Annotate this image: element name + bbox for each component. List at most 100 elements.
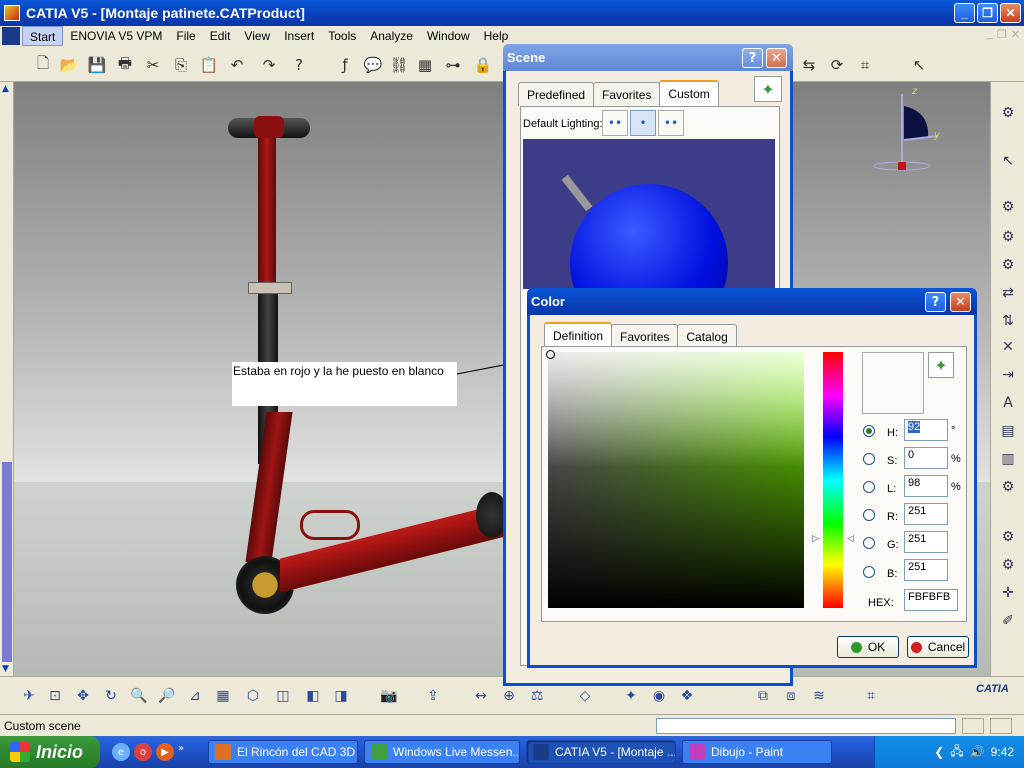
new-part-icon[interactable]: ⚙: [997, 254, 1019, 276]
network-icon[interactable]: 🖧: [950, 742, 963, 763]
save-icon[interactable]: 💾: [86, 54, 108, 76]
paste-icon[interactable]: 📋: [198, 54, 220, 76]
input-r[interactable]: 251: [904, 503, 948, 525]
scroll-up-icon[interactable]: ▲: [2, 84, 9, 94]
mdi-restore-icon[interactable]: ❐: [997, 28, 1007, 41]
assembly-gear-icon[interactable]: ⚙: [997, 196, 1019, 218]
menu-window[interactable]: Window: [420, 26, 477, 46]
scene-close-button[interactable]: ✕: [766, 48, 787, 68]
material-icon[interactable]: ◇: [574, 685, 596, 707]
viewport-scrollbar[interactable]: ▲ ▼: [0, 82, 14, 676]
compass-tool-icon[interactable]: ✛: [997, 582, 1019, 604]
volume-icon[interactable]: 🔊: [970, 745, 985, 759]
normal-view-icon[interactable]: ⊿: [184, 685, 206, 707]
media-player-icon[interactable]: ▶: [156, 743, 174, 761]
task-firefox[interactable]: El Rincón del CAD 3D ...: [208, 740, 358, 764]
distance-icon[interactable]: ≋: [808, 685, 830, 707]
scrollbar-thumb[interactable]: [2, 462, 12, 662]
select-arrow-icon[interactable]: ↖: [908, 54, 930, 76]
light-one-icon[interactable]: •: [630, 110, 656, 136]
whats-this-icon[interactable]: ?: [288, 54, 310, 76]
menu-analyze[interactable]: Analyze: [363, 26, 420, 46]
menu-help[interactable]: Help: [477, 26, 516, 46]
tray-arrow-icon[interactable]: ❮: [934, 745, 944, 759]
zoom-out-icon[interactable]: 🔎: [156, 685, 178, 707]
undo-icon[interactable]: ↶: [226, 54, 248, 76]
minimize-button[interactable]: _: [954, 3, 975, 23]
close-button[interactable]: ✕: [1000, 3, 1021, 23]
render-style-icon[interactable]: ◫: [272, 685, 294, 707]
bill-of-material-icon[interactable]: ▥: [997, 448, 1019, 470]
text-annotation[interactable]: Estaba en rojo y la he puesto en blanco: [232, 362, 457, 406]
link-icon[interactable]: ⛓: [388, 54, 410, 76]
menu-tools[interactable]: Tools: [321, 26, 363, 46]
clock[interactable]: 9:42: [991, 745, 1014, 759]
scene-icon[interactable]: ❖: [676, 685, 698, 707]
table-icon[interactable]: ▦: [414, 54, 436, 76]
add-favorite-star-icon[interactable]: ✦: [754, 76, 782, 102]
section-icon[interactable]: ⧈: [780, 685, 802, 707]
fit-all-icon[interactable]: ⊡: [44, 685, 66, 707]
command-input[interactable]: [656, 718, 956, 734]
multi-instantiate-icon[interactable]: ⚙: [997, 476, 1019, 498]
compass-icon[interactable]: z y: [872, 86, 942, 176]
input-l[interactable]: 98: [904, 475, 948, 497]
replace-icon[interactable]: ⇄: [997, 282, 1019, 304]
existing-component-icon[interactable]: ⚙: [997, 226, 1019, 248]
quicklaunch-more-icon[interactable]: »: [178, 743, 184, 761]
manipulate-icon[interactable]: ⚙: [997, 554, 1019, 576]
tab-custom[interactable]: Custom: [659, 80, 719, 106]
measure-between-icon[interactable]: ↔: [470, 685, 492, 707]
input-b[interactable]: 251: [904, 559, 948, 581]
lock-icon[interactable]: 🔒: [472, 54, 494, 76]
comment-icon[interactable]: 💬: [362, 54, 384, 76]
tab-favorites[interactable]: Favorites: [593, 82, 661, 106]
formula-icon[interactable]: ƒ: [334, 54, 356, 76]
light-handle[interactable]: [561, 174, 593, 212]
mdi-close-icon[interactable]: ✕: [1011, 28, 1020, 41]
cut-icon[interactable]: ✂: [142, 54, 164, 76]
measure-item-icon[interactable]: ⊕: [498, 685, 520, 707]
select-icon[interactable]: ↖: [997, 150, 1019, 172]
start-button[interactable]: Inicio: [0, 736, 100, 768]
status-icon-1[interactable]: [962, 718, 984, 734]
redo-icon[interactable]: ↷: [258, 54, 280, 76]
task-catia[interactable]: CATIA V5 - [Montaje ...: [526, 740, 676, 764]
ok-button[interactable]: OK: [837, 636, 899, 658]
iso-view-icon[interactable]: ⬡: [242, 685, 264, 707]
rotate-icon[interactable]: ↻: [100, 685, 122, 707]
update-all-icon[interactable]: ⇪: [422, 685, 444, 707]
menu-start[interactable]: Start: [22, 26, 64, 46]
input-s[interactable]: 0: [904, 447, 948, 469]
print-icon[interactable]: 🖶: [114, 54, 136, 76]
update-icon[interactable]: ⟳: [826, 54, 848, 76]
scroll-down-icon[interactable]: ▼: [2, 664, 9, 674]
task-paint[interactable]: Dibujo - Paint: [682, 740, 832, 764]
multi-view-icon[interactable]: ▦: [212, 685, 234, 707]
radio-h[interactable]: [863, 425, 875, 437]
color-close-button[interactable]: ✕: [950, 292, 971, 312]
hue-slider[interactable]: [823, 352, 843, 608]
swap-space-icon[interactable]: ◨: [330, 685, 352, 707]
new-icon[interactable]: 🗋: [32, 54, 54, 76]
ie-icon[interactable]: e: [112, 743, 130, 761]
sketch-icon[interactable]: ✐: [997, 610, 1019, 632]
hide-show-icon[interactable]: ◧: [302, 685, 324, 707]
pan-icon[interactable]: ✥: [72, 685, 94, 707]
apply-material-icon[interactable]: ✦: [620, 685, 642, 707]
mdi-minimize-icon[interactable]: _: [987, 28, 993, 41]
restore-button[interactable]: ❐: [977, 3, 998, 23]
grid-snap-icon[interactable]: ⌗: [860, 685, 882, 707]
zoom-in-icon[interactable]: 🔍: [128, 685, 150, 707]
status-icon-2[interactable]: [990, 718, 1012, 734]
catalog-icon[interactable]: ▤: [997, 420, 1019, 442]
input-h[interactable]: 92: [904, 419, 948, 441]
copy-icon[interactable]: ⎘: [170, 54, 192, 76]
tab-definition[interactable]: Definition: [544, 322, 613, 348]
fly-mode-icon[interactable]: ✈: [18, 685, 40, 707]
clash-icon[interactable]: ⧉: [752, 685, 774, 707]
constraint-icon[interactable]: ✕: [997, 336, 1019, 358]
input-g[interactable]: 251: [904, 531, 948, 553]
radio-s[interactable]: [863, 453, 875, 465]
capture-icon[interactable]: 📷: [378, 685, 400, 707]
